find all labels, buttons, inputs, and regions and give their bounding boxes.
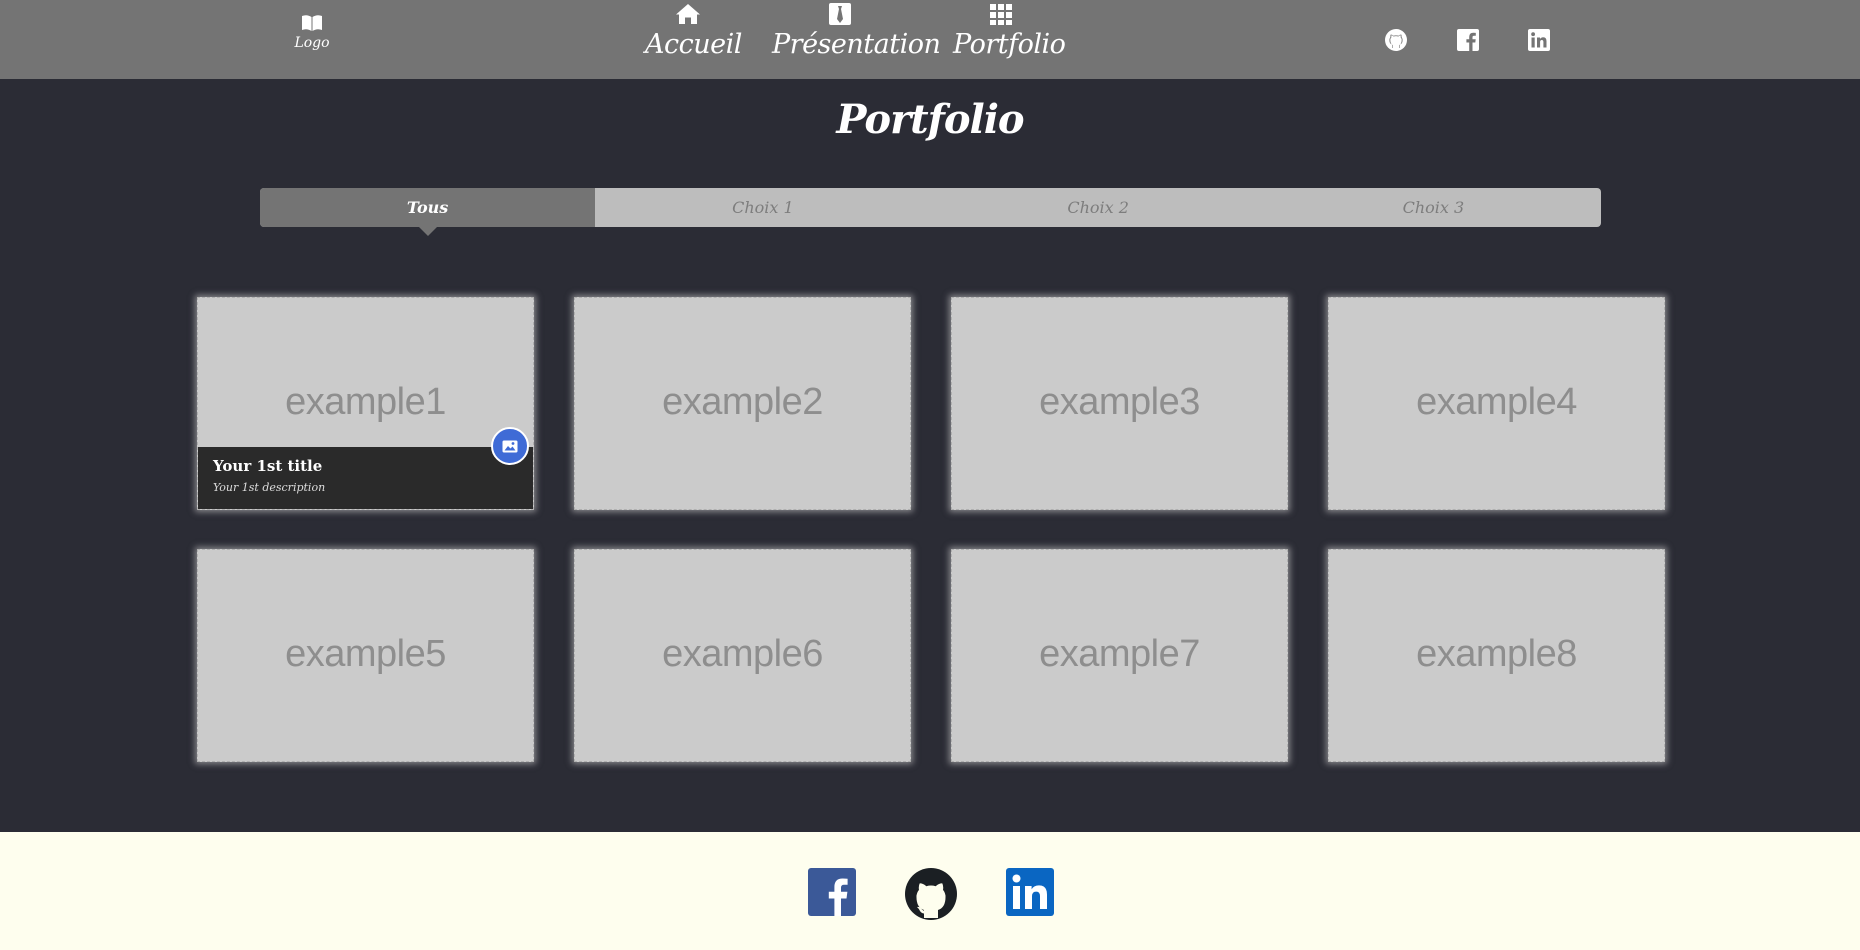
nav-portfolio[interactable]: Portfolio bbox=[953, 2, 1066, 60]
grid-icon bbox=[990, 4, 1012, 25]
portfolio-card-8[interactable]: example8 bbox=[1328, 549, 1665, 762]
portfolio-card-4[interactable]: example4 bbox=[1328, 297, 1665, 510]
home-icon bbox=[675, 4, 700, 24]
book-icon bbox=[302, 15, 322, 31]
nav-label-portfolio: Portfolio bbox=[953, 29, 1066, 60]
footer bbox=[0, 832, 1860, 950]
image-icon[interactable] bbox=[491, 427, 529, 465]
facebook-icon[interactable] bbox=[808, 868, 860, 920]
logo[interactable]: Logo bbox=[290, 14, 334, 51]
caption-title: Your 1st title bbox=[213, 457, 323, 475]
github-icon[interactable] bbox=[905, 868, 957, 920]
card-label: example4 bbox=[1416, 381, 1577, 423]
nav-label-presentation: Présentation bbox=[772, 29, 941, 60]
linkedin-icon[interactable] bbox=[1006, 868, 1058, 920]
top-navbar: Logo Accueil Présentation Portfolio bbox=[0, 0, 1860, 79]
portfolio-card-7[interactable]: example7 bbox=[951, 549, 1288, 762]
logo-label: Logo bbox=[294, 35, 330, 51]
portfolio-card-1[interactable]: example1 Your 1st title Your 1st descrip… bbox=[197, 297, 534, 510]
github-icon[interactable] bbox=[1384, 28, 1408, 52]
card-label: example8 bbox=[1416, 633, 1577, 675]
nav-label-accueil: Accueil bbox=[645, 29, 742, 60]
portfolio-card-6[interactable]: example6 bbox=[574, 549, 911, 762]
portfolio-card-2[interactable]: example2 bbox=[574, 297, 911, 510]
tab-choix-3[interactable]: Choix 3 bbox=[1266, 188, 1601, 227]
card-label: example2 bbox=[662, 381, 823, 423]
portfolio-card-5[interactable]: example5 bbox=[197, 549, 534, 762]
caption-description: Your 1st description bbox=[213, 481, 326, 494]
nav-presentation[interactable]: Présentation bbox=[772, 2, 941, 60]
tab-tous[interactable]: Tous bbox=[260, 188, 596, 236]
nav-accueil[interactable]: Accueil bbox=[645, 2, 742, 60]
tab-choix-2[interactable]: Choix 2 bbox=[931, 188, 1266, 227]
page-title: Portfolio bbox=[836, 96, 1024, 143]
tab-choix-1[interactable]: Choix 1 bbox=[595, 188, 930, 227]
card-label: example6 bbox=[662, 633, 823, 675]
portfolio-card-3[interactable]: example3 bbox=[951, 297, 1288, 510]
tie-icon bbox=[829, 3, 851, 25]
card-label: example3 bbox=[1039, 381, 1200, 423]
card-label: example5 bbox=[285, 633, 446, 675]
filter-tabs: Tous Choix 1 Choix 2 Choix 3 bbox=[260, 188, 1601, 236]
facebook-icon[interactable] bbox=[1456, 28, 1480, 52]
card-label: example7 bbox=[1039, 633, 1200, 675]
card-caption: Your 1st title Your 1st description bbox=[198, 447, 533, 509]
linkedin-icon[interactable] bbox=[1527, 28, 1551, 52]
